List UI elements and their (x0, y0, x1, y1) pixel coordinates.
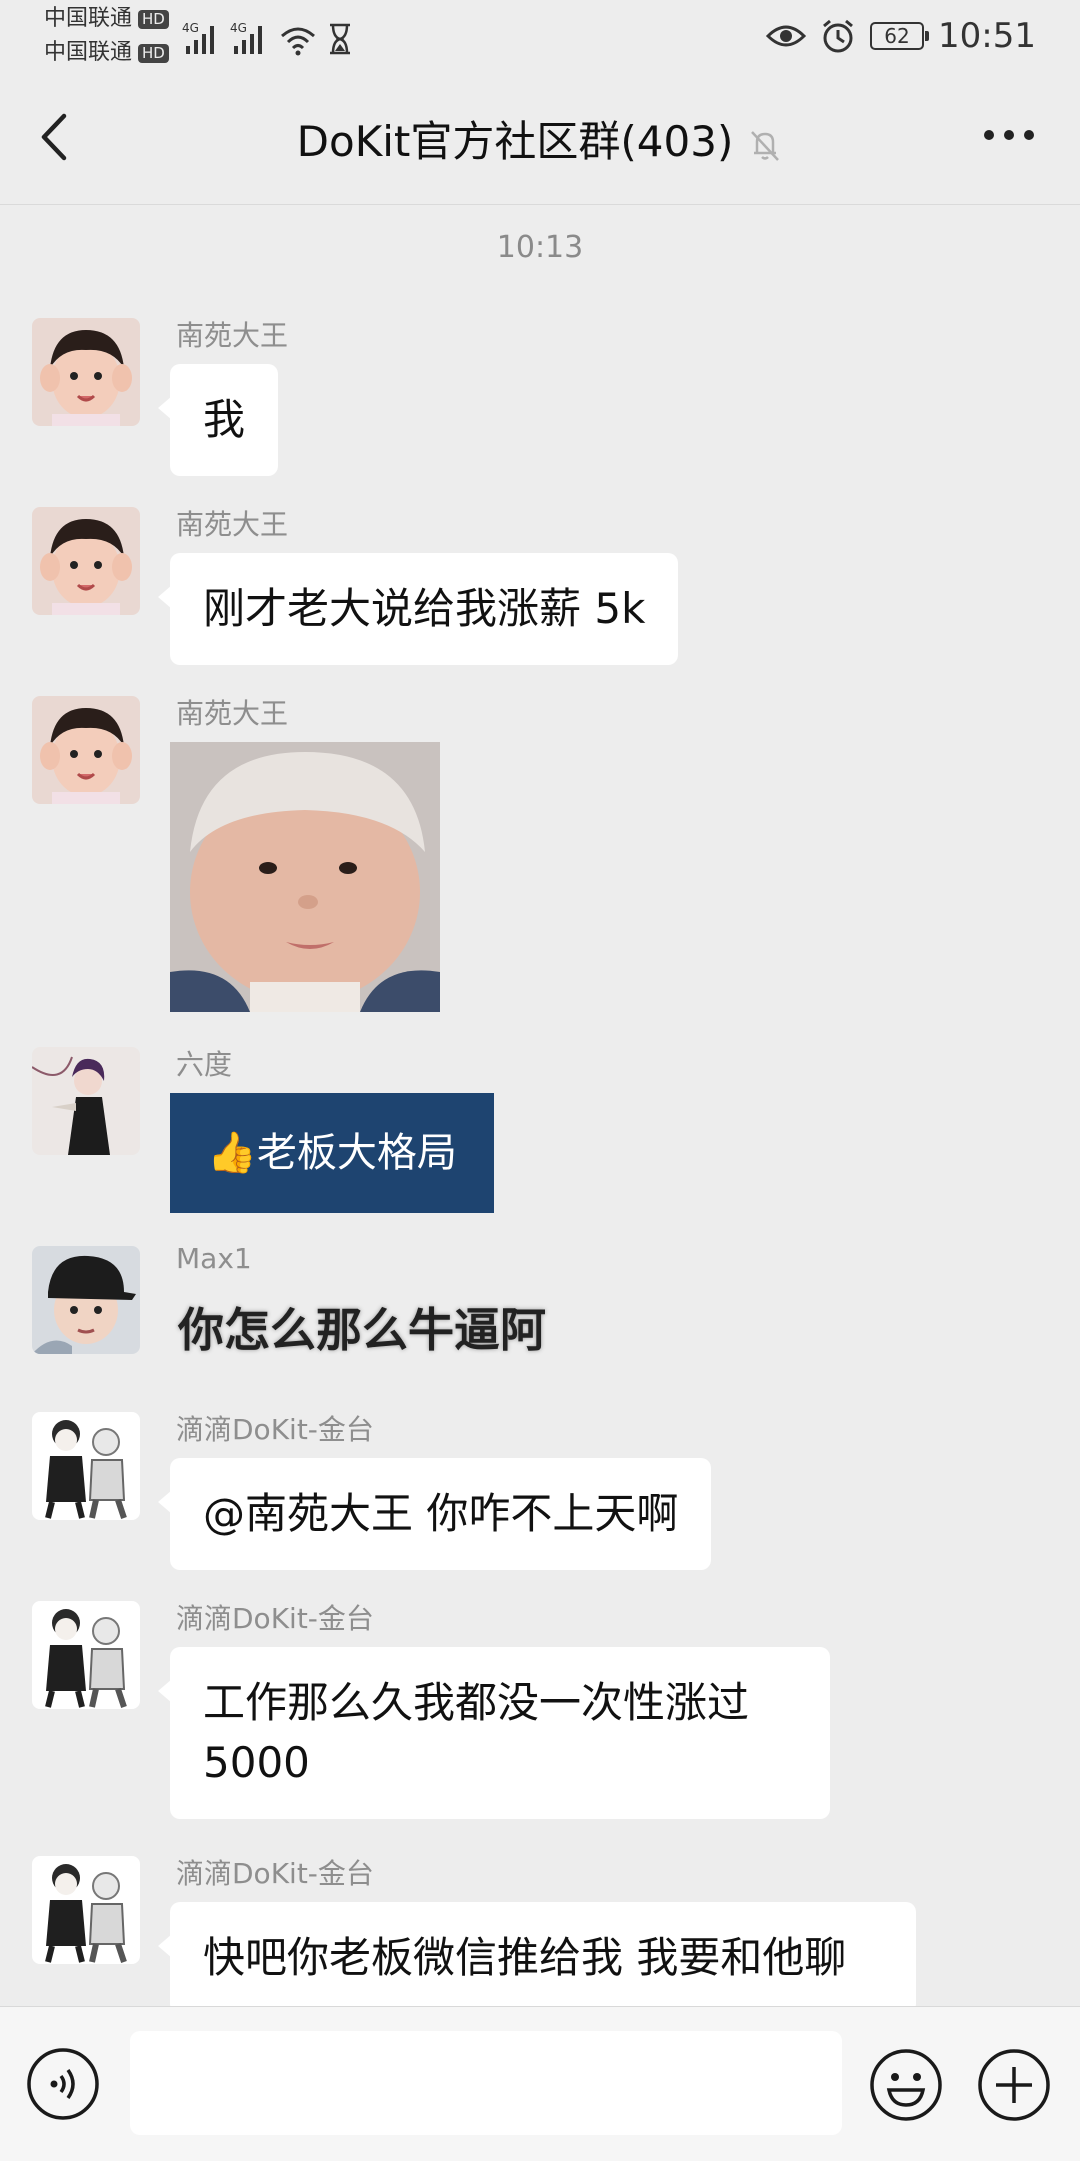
boss-sticker[interactable]: 👍老板大格局 (170, 1093, 494, 1213)
svg-text:4G: 4G (230, 21, 247, 35)
input-bar (0, 2006, 1080, 2161)
avatar[interactable] (32, 1246, 140, 1354)
status-bar: 中国联通 HD 中国联通 HD 4G 4G 62 10:51 (0, 0, 1080, 70)
more-options-icon[interactable] (982, 128, 1036, 142)
network-icons: 4G 4G (182, 12, 354, 56)
message-bubble[interactable]: 刚才老大说给我涨薪 5k (157, 553, 679, 665)
signal-icon: 4G (230, 21, 262, 54)
signal-icon: 4G (182, 21, 214, 54)
eye-icon (766, 25, 807, 47)
battery-indicator: 62 (870, 22, 930, 50)
carrier-2: 中国联通 HD (44, 40, 169, 66)
sender-name: 南苑大王 (176, 508, 289, 541)
clock: 10:51 (938, 16, 1036, 56)
hd-badge: HD (138, 43, 169, 63)
mute-bell-icon (751, 130, 780, 161)
avatar[interactable] (32, 1047, 140, 1155)
avatar[interactable] (32, 1856, 140, 1964)
emoji-icon[interactable] (868, 2047, 944, 2123)
message-bubble[interactable]: 工作那么久我都没一次性涨过5000 (158, 1647, 830, 1819)
avatar[interactable] (32, 507, 140, 615)
sender-name: 滴滴DoKit-金台 (176, 1413, 374, 1446)
chat-title-wrap: DoKit官方社区群(403) (0, 108, 1080, 169)
hourglass-icon (330, 23, 350, 55)
sender-name: 六度 (176, 1048, 233, 1081)
sender-name: 滴滴DoKit-金台 (176, 1602, 374, 1635)
message-bubble[interactable]: 我 (157, 364, 279, 476)
text-sticker[interactable]: 你怎么那么牛逼阿 (178, 1294, 546, 1360)
baby-face-sticker[interactable] (170, 742, 440, 1012)
message-bubble[interactable]: @南苑大王 你咋不上天啊 (157, 1458, 712, 1570)
avatar[interactable] (32, 1601, 140, 1709)
sender-name: 南苑大王 (176, 319, 289, 352)
chat-title: DoKit官方社区群(403) (296, 117, 734, 166)
message-input[interactable] (130, 2031, 842, 2135)
plus-icon[interactable] (976, 2047, 1052, 2123)
svg-text:4G: 4G (182, 21, 199, 35)
status-icons-right: 62 10:51 (766, 14, 1036, 58)
sender-name: Max1 (176, 1242, 252, 1275)
voice-input-icon[interactable] (26, 2047, 100, 2121)
wifi-icon (281, 27, 315, 56)
carrier-1: 中国联通 HD (44, 6, 169, 32)
timestamp-divider: 10:13 (496, 230, 584, 265)
message-bubble[interactable]: 快吧你老板微信推给我 我要和他聊 (158, 1902, 916, 2014)
avatar[interactable] (32, 318, 140, 426)
alarm-icon (823, 19, 853, 53)
avatar[interactable] (32, 1412, 140, 1520)
sender-name: 滴滴DoKit-金台 (176, 1857, 374, 1890)
avatar[interactable] (32, 696, 140, 804)
chat-header: DoKit官方社区群(403) (0, 70, 1080, 205)
hd-badge: HD (138, 9, 169, 29)
sender-name: 南苑大王 (176, 697, 289, 730)
